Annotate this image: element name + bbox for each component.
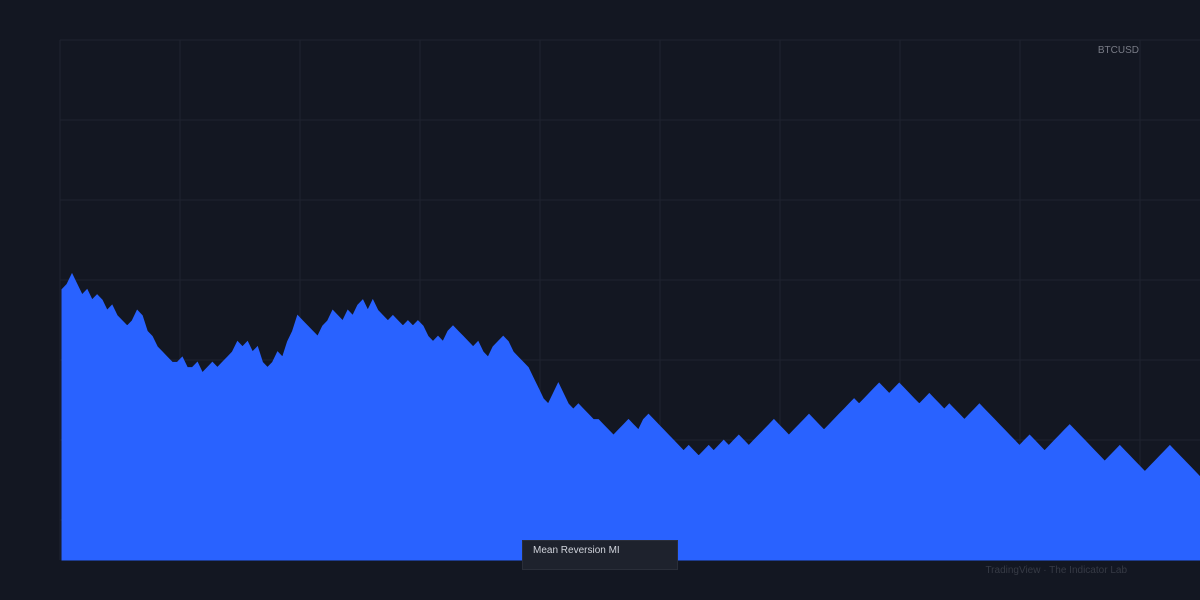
attribution-watermark: TradingView · The Indicator Lab [985,565,1127,576]
indicator-legend[interactable]: Mean Reversion MI [522,540,678,570]
symbol-label: BTCUSD [1097,45,1139,56]
chart-svg [59,39,1200,561]
area-series [61,272,1200,561]
